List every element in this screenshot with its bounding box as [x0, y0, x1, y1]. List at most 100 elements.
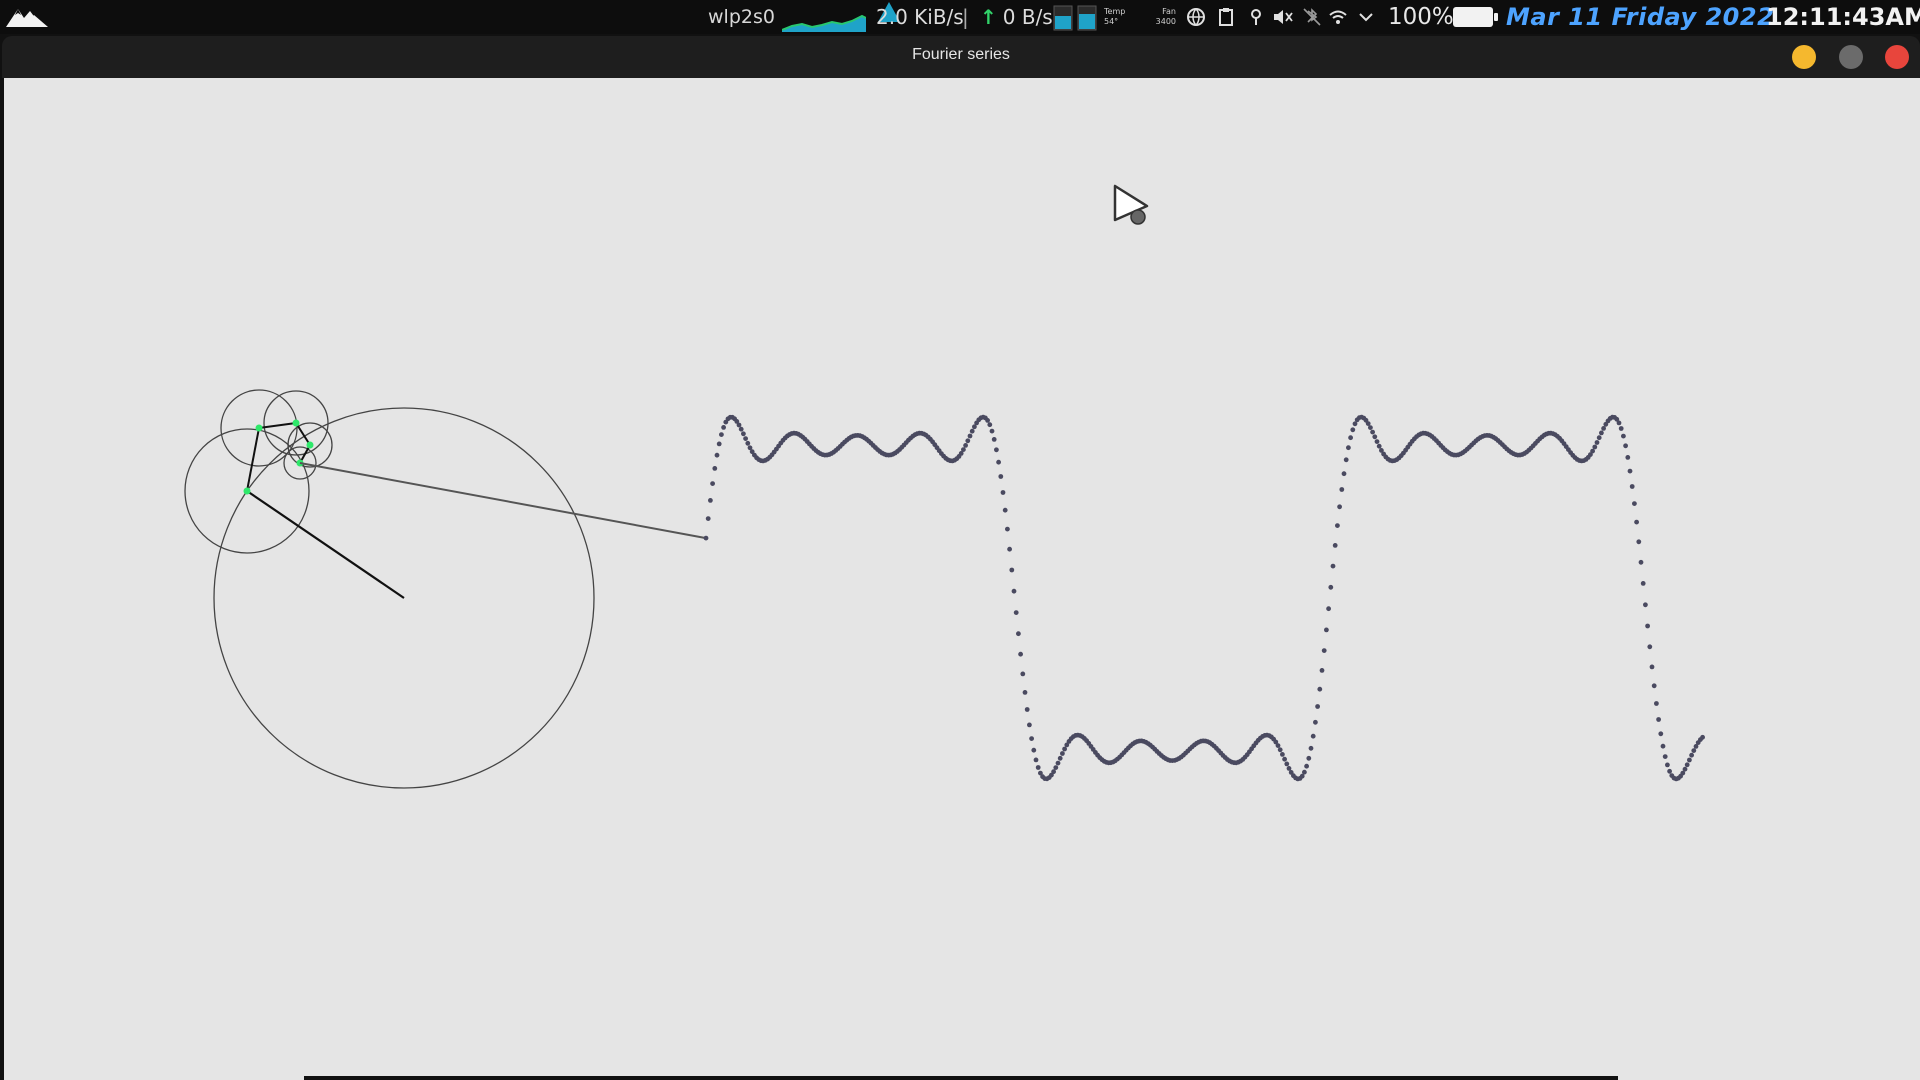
- wave-point: [1625, 455, 1631, 460]
- wave-point: [1372, 434, 1378, 440]
- time-display[interactable]: 12:11:43AM: [1766, 0, 1920, 34]
- speaker-muted-icon[interactable]: [1274, 10, 1293, 24]
- wave-point: [1337, 504, 1342, 510]
- window-title: Fourier series: [912, 46, 1010, 63]
- wave-point: [996, 459, 1001, 465]
- wave-point: [1348, 435, 1353, 441]
- download-rate: 2.0 KiB/s: [874, 0, 964, 34]
- wave-point: [961, 447, 966, 452]
- wave-point: [1326, 606, 1331, 612]
- wave-point: [1596, 435, 1602, 441]
- wave-point: [1027, 722, 1032, 728]
- wave-point: [1304, 763, 1309, 769]
- upload-rate-text: 0 B/s: [1002, 5, 1053, 29]
- wave-point: [1002, 507, 1008, 513]
- temp-fan-readout: Temp Fan 54° 3400: [1104, 0, 1176, 34]
- wave-point: [1665, 762, 1670, 768]
- wave-point: [1343, 457, 1349, 463]
- wave-point: [1667, 768, 1672, 774]
- wave-point: [1018, 651, 1023, 657]
- wave-point: [1310, 733, 1316, 739]
- temp-value: 54°: [1104, 17, 1119, 26]
- wave-point: [1645, 623, 1650, 629]
- wave-point: [963, 443, 968, 448]
- bluetooth-off-icon[interactable]: [1303, 8, 1321, 26]
- wave-point: [1317, 686, 1323, 692]
- clipboard-icon[interactable]: [1219, 8, 1233, 26]
- wave-point: [1000, 490, 1006, 495]
- wave-point: [1621, 433, 1626, 439]
- wave-point: [1592, 444, 1598, 450]
- wave-point: [1599, 430, 1604, 436]
- wave-point: [1330, 563, 1336, 569]
- location-pin-icon[interactable]: [1251, 9, 1261, 25]
- wave-point: [1370, 429, 1375, 435]
- wave-point: [1651, 683, 1657, 689]
- wave-point: [1332, 543, 1338, 548]
- wave-point: [1024, 707, 1030, 712]
- wave-point: [1033, 757, 1039, 763]
- epicycle-arms: [246, 422, 405, 599]
- wave-point: [1691, 748, 1697, 753]
- wave-point: [1654, 701, 1659, 706]
- fan-value: 3400: [1155, 17, 1176, 26]
- epicycle-joint: [243, 487, 251, 495]
- minimize-button[interactable]: [1792, 45, 1816, 69]
- download-rate-text: 2.0 KiB/s: [876, 5, 964, 29]
- wave-point: [1643, 602, 1648, 608]
- window-titlebar[interactable]: Fourier series: [2, 36, 1920, 78]
- wave-point: [716, 441, 722, 447]
- wave-point: [989, 428, 995, 434]
- wave-point: [1277, 747, 1283, 753]
- trace-connector-line: [299, 462, 707, 540]
- mountain-logo-icon[interactable]: [4, 0, 54, 34]
- wave-point: [1280, 752, 1285, 757]
- wave-point: [994, 447, 999, 453]
- wave-point: [1689, 752, 1694, 758]
- wave-point: [1687, 757, 1692, 763]
- network-interface-label: wlp2s0: [708, 6, 775, 28]
- wave-point: [1616, 420, 1622, 426]
- close-button[interactable]: [1885, 45, 1909, 69]
- wave-point: [1313, 719, 1318, 725]
- epicycle-joint: [306, 441, 314, 449]
- wave-point: [1590, 448, 1595, 454]
- epicycle-arm: [246, 490, 405, 599]
- wifi-icon[interactable]: [1329, 10, 1347, 25]
- wave-point: [1629, 484, 1635, 489]
- maximize-button[interactable]: [1839, 45, 1863, 69]
- system-tray: [1182, 0, 1382, 34]
- wave-point: [1632, 501, 1637, 506]
- wave-point: [1060, 751, 1065, 756]
- wave-point: [1594, 440, 1600, 445]
- wave-point: [1035, 765, 1041, 770]
- epicycle-arm: [246, 427, 260, 492]
- wave-point: [710, 481, 715, 486]
- chevron-down-icon[interactable]: [1359, 13, 1373, 22]
- battery-icon[interactable]: [1452, 0, 1500, 34]
- wave-point: [1341, 471, 1347, 477]
- wave-point: [998, 474, 1004, 479]
- wave-point: [1319, 668, 1325, 673]
- wave-point: [1658, 731, 1664, 737]
- wave-point: [1055, 760, 1061, 766]
- wave-point: [1601, 426, 1606, 431]
- wave-point: [1335, 523, 1340, 528]
- wave-point: [965, 438, 971, 444]
- wave-point: [1328, 584, 1334, 590]
- wave-point: [1660, 743, 1666, 749]
- wave-point: [745, 440, 751, 446]
- cpu-memory-meters: [1052, 0, 1100, 34]
- wave-point: [1053, 765, 1059, 770]
- wave-point: [1011, 588, 1017, 594]
- wave-point: [1339, 487, 1345, 492]
- upload-rate: ↑ 0 B/s: [980, 0, 1053, 34]
- wave-point: [1282, 756, 1287, 762]
- fourier-canvas[interactable]: [4, 78, 1920, 1080]
- wave-point: [1308, 745, 1314, 751]
- wave-point: [712, 466, 718, 471]
- wave-point: [1700, 734, 1705, 740]
- epicycle-joint: [255, 424, 263, 432]
- date-display[interactable]: Mar 11 Friday 2022: [1506, 0, 1774, 34]
- globe-icon[interactable]: [1187, 8, 1205, 27]
